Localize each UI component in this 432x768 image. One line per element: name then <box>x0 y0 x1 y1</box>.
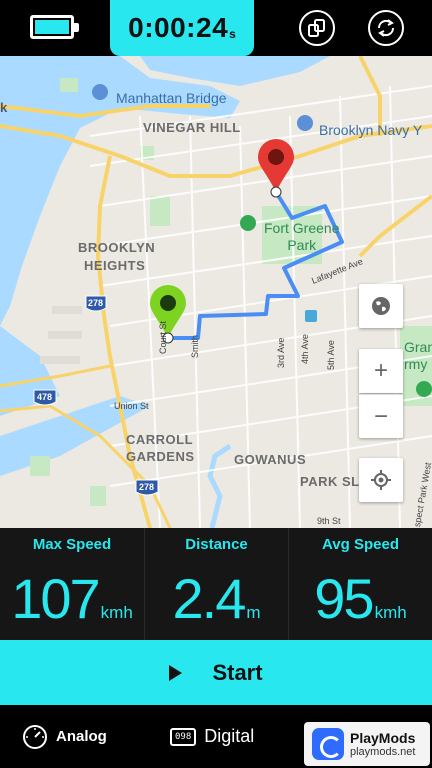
start-pin-icon <box>150 285 186 344</box>
map-label-carroll: CARROLL <box>126 432 194 447</box>
max-speed-stat: Max Speed 107 kmh <box>0 528 144 640</box>
transit-station-icon <box>305 310 317 322</box>
timer-value: 0:00:24 <box>128 12 229 43</box>
street-label-fifth-ave: 5th Ave <box>326 340 336 370</box>
distance-unit: m <box>246 603 261 622</box>
analog-gauge-icon <box>23 724 47 749</box>
map-label-gowanus: GOWANUS <box>234 452 307 467</box>
zoom-in-button[interactable]: + <box>359 349 403 393</box>
avg-speed-stat: Avg Speed 95 kmh <box>288 528 432 640</box>
avg-speed-unit: kmh <box>374 603 407 622</box>
stats-panel: Max Speed 107 kmh Distance 2.4 m Avg Speed… <box>0 528 432 640</box>
playmods-url: playmods.net <box>350 746 416 758</box>
timer-unit: s <box>229 27 236 41</box>
grand-army-plaza-poi-icon <box>416 381 432 397</box>
plus-icon: + <box>373 357 388 384</box>
minus-icon: − <box>373 402 388 430</box>
distance-label: Distance <box>185 536 248 553</box>
refresh-icon <box>377 19 395 37</box>
map-label-heights: HEIGHTS <box>84 258 146 273</box>
street-label-ninth: 9th St <box>317 516 341 526</box>
start-label: Start <box>212 659 263 685</box>
map-type-button[interactable] <box>359 284 403 328</box>
speedometer-app: 0:00:24 s k Manhattan Bridge VINEGAR HIL… <box>0 0 432 768</box>
map-label-brooklyn: BROOKLYN <box>78 240 156 255</box>
distance-stat: Distance 2.4 m <box>144 528 288 640</box>
map-label-edge: k <box>0 100 8 115</box>
screen-rotate-icon <box>308 19 325 37</box>
map-label-fort-greene-park: Fort Greene Park <box>264 220 340 253</box>
rotate-screen-button[interactable] <box>299 10 335 46</box>
start-button[interactable]: Start <box>0 640 432 705</box>
shield-label-278b: 278 <box>139 482 155 492</box>
max-speed-value: 107 <box>11 567 100 630</box>
route-map[interactable]: k Manhattan Bridge VINEGAR HILL Brooklyn… <box>0 56 432 528</box>
street-label-third-ave: 3rd Ave <box>276 337 286 368</box>
nav-analog-label: Analog <box>56 728 107 745</box>
trip-timer: 0:00:24 s <box>110 0 254 56</box>
end-pin-icon <box>258 139 294 198</box>
nav-digital[interactable]: 098 Digital <box>170 705 254 768</box>
map-label-manhattan-bridge: Manhattan Bridge <box>116 90 227 106</box>
play-icon <box>169 664 183 681</box>
zoom-out-button[interactable]: − <box>359 394 403 438</box>
street-label-court: Court St <box>158 320 168 354</box>
nav-digital-label: Digital <box>204 726 255 746</box>
globe-icon <box>372 297 390 315</box>
playmods-logo <box>312 728 344 760</box>
battery-icon <box>30 15 79 39</box>
bridge-poi-icon <box>92 84 108 100</box>
street-label-union: Union St <box>114 401 149 411</box>
street-label-smith: Smith <box>190 334 200 358</box>
max-speed-unit: kmh <box>100 603 133 622</box>
avg-speed-value: 95 <box>314 567 374 630</box>
max-speed-label: Max Speed <box>32 536 112 553</box>
nav-analog[interactable]: Analog <box>22 705 107 768</box>
map-label-grand-army: Gran rmy P <box>404 339 432 372</box>
navy-yard-poi-icon <box>297 115 313 131</box>
street-label-fourth-ave: 4th Ave <box>300 334 310 364</box>
shield-label-478: 478 <box>37 392 53 402</box>
playmods-watermark: PlayMods playmods.net <box>304 722 430 766</box>
map-label-brooklyn-navy-yard: Brooklyn Navy Y <box>319 122 423 138</box>
park-poi-icon <box>240 215 256 231</box>
shield-label-278a: 278 <box>88 298 104 308</box>
crosshair-icon <box>371 470 391 490</box>
top-bar: 0:00:24 s <box>0 0 432 56</box>
playmods-name: PlayMods <box>350 730 416 746</box>
reset-button[interactable] <box>368 10 404 46</box>
map-label-gardens: GARDENS <box>126 449 195 464</box>
distance-value: 2.4 <box>172 567 246 630</box>
map-label-vinegar-hill: VINEGAR HILL <box>143 120 241 135</box>
avg-speed-label: Avg Speed <box>322 536 399 553</box>
my-location-button[interactable] <box>359 458 403 502</box>
digital-display-icon: 098 <box>170 727 197 746</box>
